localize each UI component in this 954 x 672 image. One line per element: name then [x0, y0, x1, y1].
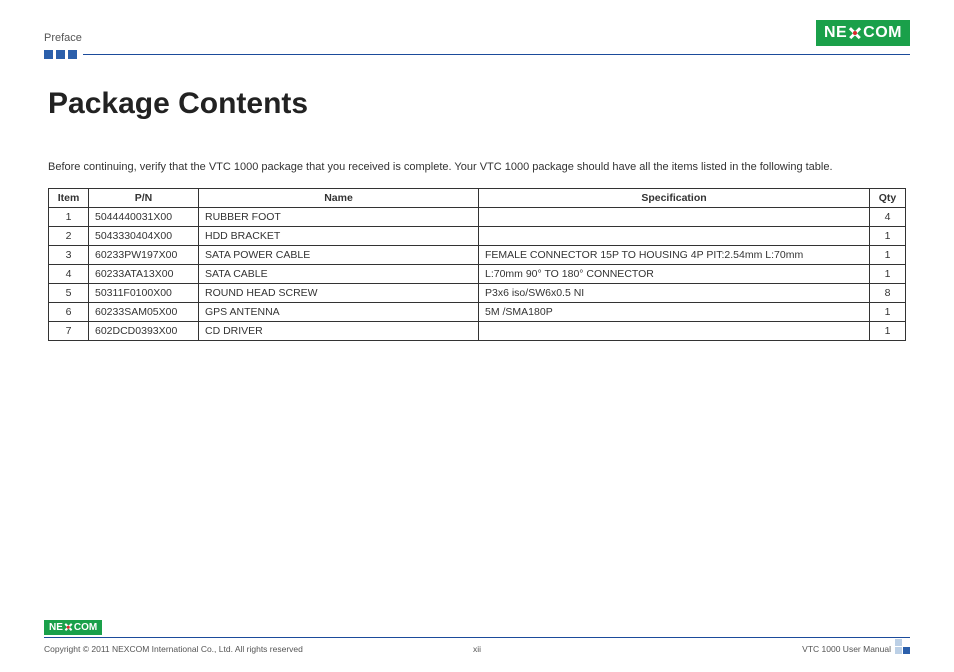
footer-logo-left: NE: [49, 622, 63, 633]
footer-logo: NE COM: [44, 617, 910, 637]
cell-qty: 1: [870, 302, 906, 321]
cell-pn: 5044440031X00: [89, 207, 199, 226]
nexcom-logo: NE COM: [816, 20, 910, 46]
header-squares-icon: [44, 50, 77, 59]
cell-pn: 60233ATA13X00: [89, 264, 199, 283]
cell-qty: 1: [870, 245, 906, 264]
th-qty: Qty: [870, 188, 906, 207]
page-footer: NE COM Copyright © 2011 NEXCOM Internati…: [0, 617, 954, 655]
cell-name: SATA CABLE: [199, 264, 479, 283]
doc-name: VTC 1000 User Manual: [802, 644, 891, 654]
footer-right: VTC 1000 User Manual: [802, 639, 910, 654]
footer-squares-icon: [895, 639, 910, 654]
cell-qty: 1: [870, 321, 906, 340]
nexcom-logo-small: NE COM: [44, 620, 102, 635]
logo-text-right: COM: [863, 24, 902, 42]
cell-spec: P3x6 iso/SW6x0.5 NI: [479, 283, 870, 302]
cell-spec: [479, 207, 870, 226]
table-row: 1 5044440031X00 RUBBER FOOT 4: [49, 207, 906, 226]
cell-qty: 1: [870, 226, 906, 245]
page-header: Preface NE COM: [0, 0, 954, 46]
cell-pn: 60233PW197X00: [89, 245, 199, 264]
cell-spec: FEMALE CONNECTOR 15P TO HOUSING 4P PIT:2…: [479, 245, 870, 264]
table-row: 3 60233PW197X00 SATA POWER CABLE FEMALE …: [49, 245, 906, 264]
table-row: 7 602DCD0393X00 CD DRIVER 1: [49, 321, 906, 340]
cell-name: ROUND HEAD SCREW: [199, 283, 479, 302]
th-name: Name: [199, 188, 479, 207]
intro-paragraph: Before continuing, verify that the VTC 1…: [48, 159, 906, 176]
cell-name: RUBBER FOOT: [199, 207, 479, 226]
cell-spec: [479, 226, 870, 245]
page-title: Package Contents: [48, 87, 906, 121]
header-logo: NE COM: [816, 20, 910, 46]
table-row: 2 5043330404X00 HDD BRACKET 1: [49, 226, 906, 245]
footer-logo-right: COM: [74, 622, 97, 633]
table-header-row: Item P/N Name Specification Qty: [49, 188, 906, 207]
cell-pn: 602DCD0393X00: [89, 321, 199, 340]
cell-name: HDD BRACKET: [199, 226, 479, 245]
page-number: xii: [473, 644, 481, 654]
copyright-text: Copyright © 2011 NEXCOM International Co…: [44, 644, 303, 654]
logo-x-icon: [848, 26, 862, 40]
cell-name: GPS ANTENNA: [199, 302, 479, 321]
cell-qty: 8: [870, 283, 906, 302]
cell-qty: 4: [870, 207, 906, 226]
th-item: Item: [49, 188, 89, 207]
logo-text-left: NE: [824, 24, 847, 42]
cell-name: SATA POWER CABLE: [199, 245, 479, 264]
cell-item: 7: [49, 321, 89, 340]
cell-pn: 50311F0100X00: [89, 283, 199, 302]
table-row: 6 60233SAM05X00 GPS ANTENNA 5M /SMA180P …: [49, 302, 906, 321]
footer-logo-x-icon: [64, 623, 73, 632]
header-section-label: Preface: [44, 32, 82, 46]
th-pn: P/N: [89, 188, 199, 207]
package-table: Item P/N Name Specification Qty 1 504444…: [48, 188, 906, 341]
cell-name: CD DRIVER: [199, 321, 479, 340]
footer-rule: [44, 637, 910, 639]
cell-item: 5: [49, 283, 89, 302]
table-row: 4 60233ATA13X00 SATA CABLE L:70mm 90° TO…: [49, 264, 906, 283]
th-spec: Specification: [479, 188, 870, 207]
cell-spec: 5M /SMA180P: [479, 302, 870, 321]
cell-pn: 60233SAM05X00: [89, 302, 199, 321]
cell-item: 1: [49, 207, 89, 226]
cell-qty: 1: [870, 264, 906, 283]
cell-item: 3: [49, 245, 89, 264]
cell-item: 6: [49, 302, 89, 321]
table-row: 5 50311F0100X00 ROUND HEAD SCREW P3x6 is…: [49, 283, 906, 302]
header-rule: [0, 50, 954, 59]
cell-item: 4: [49, 264, 89, 283]
cell-spec: L:70mm 90° TO 180° CONNECTOR: [479, 264, 870, 283]
cell-spec: [479, 321, 870, 340]
cell-pn: 5043330404X00: [89, 226, 199, 245]
cell-item: 2: [49, 226, 89, 245]
page-content: Package Contents Before continuing, veri…: [0, 59, 954, 341]
